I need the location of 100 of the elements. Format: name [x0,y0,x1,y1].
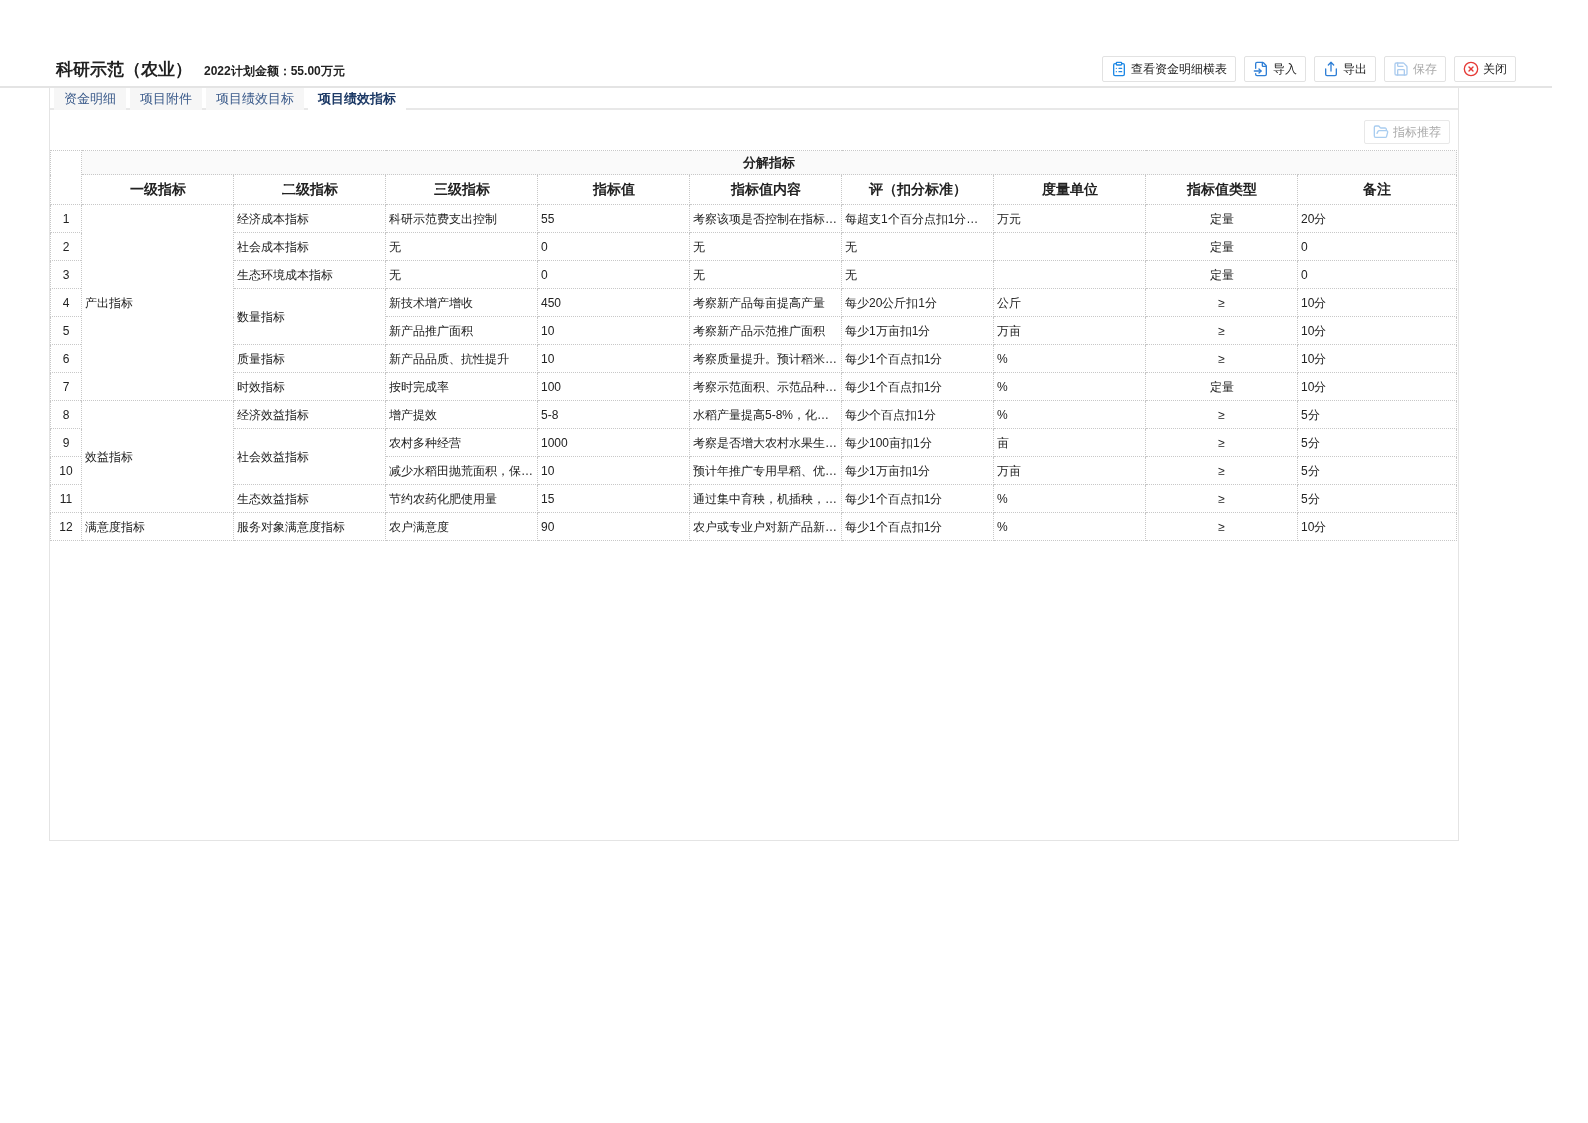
row-number: 5 [50,316,82,345]
table-cell: 无 [385,232,538,261]
row-number: 2 [50,232,82,261]
table-cell: 10 [537,344,690,373]
table-cell: 定量 [1145,204,1298,233]
table-cell: 经济效益指标 [233,400,386,429]
toolbar-button[interactable]: 导入 [1244,56,1306,82]
table-cell: 考察质量提升。预计稻米… [689,344,842,373]
table-cell: 节约农药化肥使用量 [385,484,538,513]
table-cell: 5分 [1297,484,1457,513]
table-cell: % [993,372,1146,401]
clipboard-icon [1111,61,1127,77]
row-number: 4 [50,288,82,317]
table-cell: 万亩 [993,456,1146,485]
table-cell: 每少1个百点扣1分 [841,484,994,513]
table-cell: ≥ [1145,288,1298,317]
table-cell: 科研示范费支出控制 [385,204,538,233]
row-number: 1 [50,204,82,233]
table-cell: 每少100亩扣1分 [841,428,994,457]
table-cell: 生态效益指标 [233,484,386,513]
row-number: 11 [50,484,82,513]
table-cell: % [993,400,1146,429]
table-cell: 社会成本指标 [233,232,386,261]
column-header: 二级指标 [233,174,386,205]
table-cell: 服务对象满意度指标 [233,512,386,541]
table-cell: 每少1万亩扣1分 [841,456,994,485]
table-cell: 0 [537,232,690,261]
tab[interactable]: 项目附件 [130,88,202,110]
table-cell: ≥ [1145,316,1298,345]
tab[interactable]: 项目绩效目标 [206,88,304,110]
table-cell: 无 [841,232,994,261]
table-cell: ≥ [1145,344,1298,373]
table-cell: 每少1个百点扣1分 [841,512,994,541]
table-cell: 数量指标 [233,288,386,345]
table-cell: 5分 [1297,400,1457,429]
table-cell: 5分 [1297,428,1457,457]
table-cell: 定量 [1145,232,1298,261]
table-cell: 无 [841,260,994,289]
close-icon [1463,61,1479,77]
table-cell: 15 [537,484,690,513]
table-cell: 考察示范面积、示范品种… [689,372,842,401]
table-cell: 无 [689,232,842,261]
table-cell: 新产品品质、抗性提升 [385,344,538,373]
table-cell: 每少1万亩扣1分 [841,316,994,345]
folder-icon [1373,124,1389,140]
table-cell: 10 [537,456,690,485]
table-cell: 1000 [537,428,690,457]
table-cell: 每少个百点扣1分 [841,400,994,429]
table-cell: 450 [537,288,690,317]
toolbar-button[interactable]: 导出 [1314,56,1376,82]
table-cell: 每少1个百点扣1分 [841,372,994,401]
row-number: 9 [50,428,82,457]
row-number: 12 [50,512,82,541]
row-number: 7 [50,372,82,401]
column-header: 指标值 [537,174,690,205]
table-cell: 10分 [1297,372,1457,401]
table-cell: 无 [385,260,538,289]
table-cell: 预计年推广专用早稻、优… [689,456,842,485]
table-cell: 效益指标 [81,400,234,513]
table-cell: % [993,512,1146,541]
table-cell: 55 [537,204,690,233]
table-cell: 每超支1个百分点扣1分… [841,204,994,233]
table-cell: 10分 [1297,344,1457,373]
table-cell: 定量 [1145,260,1298,289]
table-cell: 增产提效 [385,400,538,429]
table-cell: 经济成本指标 [233,204,386,233]
group-header: 分解指标 [81,150,1457,175]
table-cell: 10分 [1297,288,1457,317]
table-cell: 5分 [1297,456,1457,485]
table-cell: 按时完成率 [385,372,538,401]
table-cell: 10 [537,316,690,345]
table-cell: 产出指标 [81,204,234,401]
table-cell: 0 [537,260,690,289]
table-cell: 0 [1297,260,1457,289]
table-cell: 定量 [1145,372,1298,401]
table-cell: % [993,344,1146,373]
toolbar-button[interactable]: 查看资金明细横表 [1102,56,1236,82]
table-cell: 公斤 [993,288,1146,317]
table-cell: 质量指标 [233,344,386,373]
table-cell: ≥ [1145,484,1298,513]
table-cell: 农户满意度 [385,512,538,541]
table-cell: 考察该项是否控制在指标… [689,204,842,233]
table-cell: 考察是否增大农村水果生… [689,428,842,457]
table-cell: ≥ [1145,512,1298,541]
table-cell: 新产品推广面积 [385,316,538,345]
table-cell: 90 [537,512,690,541]
column-header: 一级指标 [81,174,234,205]
export-icon [1323,61,1339,77]
table-cell: 考察新产品示范推广面积 [689,316,842,345]
table-cell: ≥ [1145,428,1298,457]
table-cell: 5-8 [537,400,690,429]
table-cell: 水稻产量提高5-8%，化… [689,400,842,429]
table-cell: 无 [689,260,842,289]
table-cell: 农户或专业户对新产品新… [689,512,842,541]
table-cell: ≥ [1145,400,1298,429]
column-header: 三级指标 [385,174,538,205]
tab[interactable]: 资金明细 [54,88,126,110]
column-header: 评（扣分标准） [841,174,994,205]
import-icon [1253,61,1269,77]
toolbar-button[interactable]: 关闭 [1454,56,1516,82]
